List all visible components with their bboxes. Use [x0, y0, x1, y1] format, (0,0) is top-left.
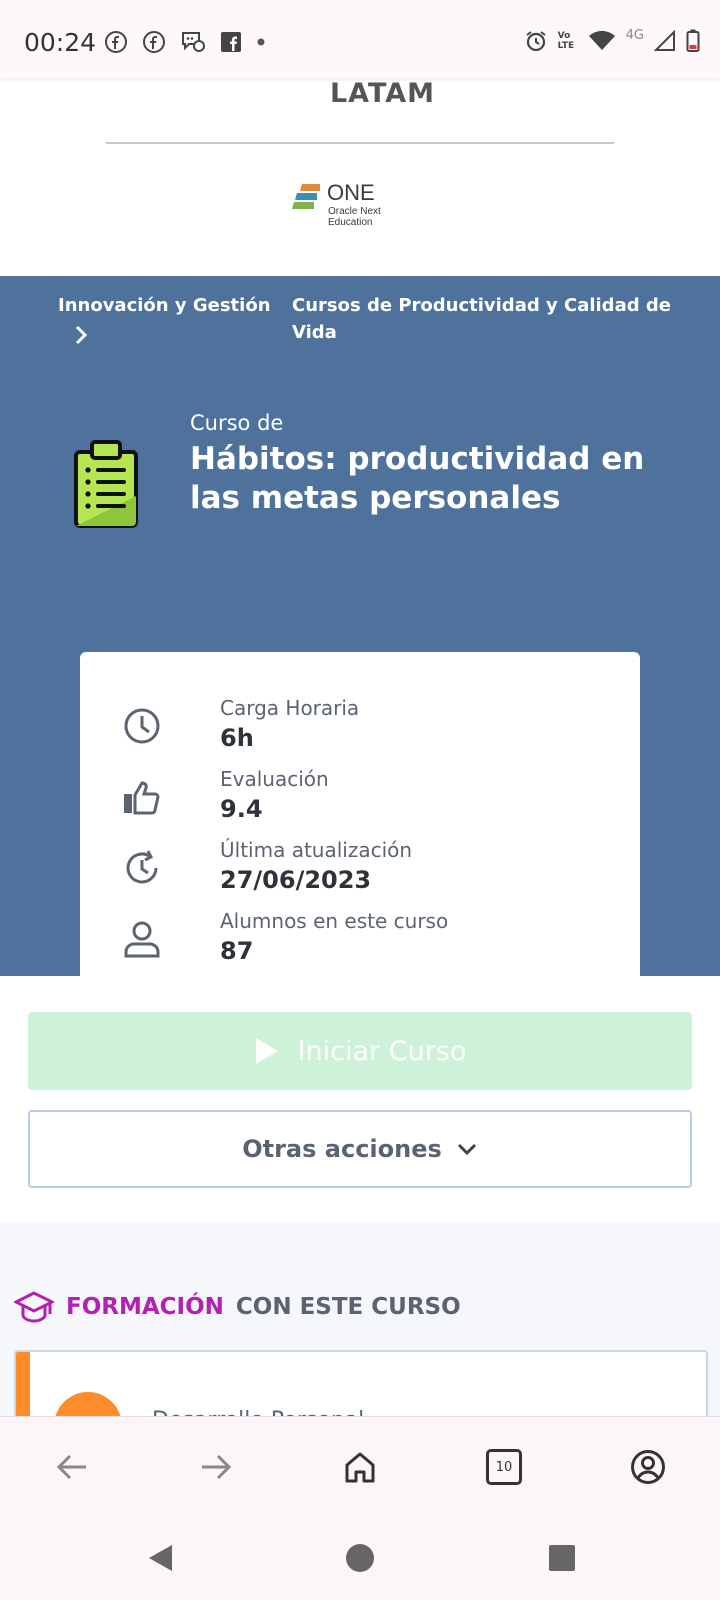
tabs-button[interactable]: 10 — [474, 1437, 534, 1497]
formacion-card[interactable]: Desarrollo Personal — [14, 1350, 708, 1416]
tabs-icon: 10 — [486, 1449, 522, 1485]
battery-icon — [686, 29, 700, 52]
chevron-right-icon — [75, 325, 88, 345]
one-logo-icon — [292, 184, 320, 209]
chevron-down-icon — [457, 1143, 476, 1156]
other-actions-label: Otras acciones — [242, 1135, 442, 1163]
stat-students: Alumnos en este curso 87 — [122, 909, 602, 969]
back-button[interactable] — [42, 1437, 102, 1497]
formacion-title-highlight: FORMACIÓN — [66, 1294, 224, 1320]
account-circle-icon — [631, 1450, 665, 1484]
system-status-icons: Vo LTE 4G — [524, 27, 700, 53]
facebook-square-icon — [221, 32, 241, 52]
browser-toolbar: 10 — [0, 1416, 720, 1517]
system-home-button[interactable] — [340, 1538, 380, 1578]
formacion-section: FORMACIÓN CON ESTE CURSO Desarrollo Pers… — [0, 1222, 720, 1416]
graduation-cap-icon — [14, 1291, 54, 1323]
start-course-button[interactable]: Iniciar Curso — [28, 1012, 692, 1090]
circle-home-icon — [346, 1544, 374, 1572]
alarm-icon — [526, 31, 546, 52]
forward-button[interactable] — [186, 1437, 246, 1497]
user-icon — [124, 921, 160, 958]
system-recents-button[interactable] — [542, 1538, 582, 1578]
arrow-left-icon — [56, 1454, 86, 1480]
notification-icons — [104, 30, 266, 54]
formacion-card-icon — [54, 1392, 122, 1416]
play-icon — [255, 1038, 278, 1064]
region-label: LATAM — [329, 78, 436, 109]
history-icon — [126, 850, 158, 884]
stat-value: 27/06/2023 — [220, 866, 372, 894]
triangle-back-icon — [149, 1545, 172, 1571]
course-prefix: Curso de — [190, 411, 284, 435]
formacion-card-accent — [16, 1352, 30, 1416]
stat-last-update: Última atualización 27/06/2023 — [122, 838, 602, 898]
partner-logo-name: ONE — [327, 180, 375, 205]
partner-logo-subtitle: Oracle Next Education — [328, 206, 381, 228]
stat-value: 87 — [220, 937, 254, 965]
formacion-heading: FORMACIÓN CON ESTE CURSO — [14, 1290, 461, 1324]
facebook-icon — [143, 31, 165, 53]
course-hero: Innovación y Gestión Cursos de Productiv… — [0, 276, 720, 1018]
wifi-icon — [588, 30, 615, 50]
account-button[interactable] — [618, 1437, 678, 1497]
dot-icon — [257, 38, 265, 46]
volte-icon: Vo LTE — [557, 31, 575, 51]
breadcrumb-item-cursos[interactable]: Cursos de Productividad y Calidad de Vid… — [292, 292, 672, 346]
status-bar: 00:24 Vo LTE 4G — [0, 0, 720, 78]
network-type-label: 4G — [625, 27, 644, 43]
home-icon — [345, 1452, 375, 1483]
other-actions-button[interactable]: Otras acciones — [28, 1110, 692, 1188]
home-button[interactable] — [330, 1437, 390, 1497]
formacion-card-title: Desarrollo Personal — [152, 1408, 364, 1416]
start-course-label: Iniciar Curso — [297, 1035, 467, 1067]
system-navigation-bar — [0, 1516, 720, 1600]
stat-label: Alumnos en este curso — [220, 909, 449, 933]
course-title: Hábitos: productividad en las metas pers… — [190, 441, 645, 516]
clock-icon — [124, 708, 160, 744]
tab-count: 10 — [495, 1459, 513, 1475]
square-recents-icon — [549, 1545, 575, 1571]
system-back-button[interactable] — [140, 1538, 180, 1578]
stat-workload: Carga Horaria 6h — [122, 696, 602, 756]
stat-value: 9.4 — [220, 795, 263, 823]
formacion-title-rest: CON ESTE CURSO — [235, 1294, 461, 1320]
signal-icon — [654, 30, 675, 51]
breadcrumb-item-innovacion[interactable]: Innovación y Gestión — [58, 292, 271, 319]
stat-rating: Evaluación 9.4 — [122, 767, 602, 827]
stat-label: Carga Horaria — [220, 696, 360, 720]
header-divider — [106, 142, 614, 144]
stat-label: Evaluación — [220, 767, 329, 791]
stat-value: 6h — [220, 724, 254, 752]
thumbs-up-icon — [124, 781, 160, 815]
arrow-right-icon — [202, 1454, 232, 1480]
partner-logo: ONE Oracle Next Education — [292, 180, 381, 228]
status-time: 00:24 — [24, 28, 97, 57]
stat-label: Última atualización — [220, 838, 413, 862]
messenger-icon — [182, 32, 205, 52]
clipboard-icon — [72, 438, 142, 535]
page-content: LATAM ONE Oracle Next Education Innovaci… — [0, 78, 720, 1416]
facebook-icon — [105, 31, 127, 53]
course-info-card: Carga Horaria 6h Evaluación 9.4 Última a… — [80, 652, 640, 1018]
